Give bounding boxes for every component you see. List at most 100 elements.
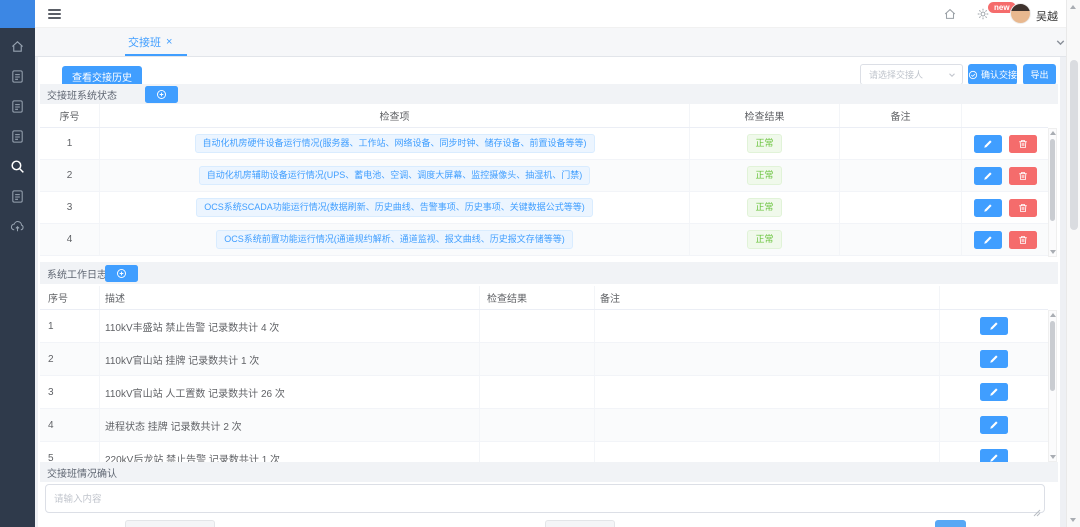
tab-label: 交接班	[128, 34, 161, 50]
add-log-item-button[interactable]	[105, 265, 138, 282]
search-icon[interactable]	[9, 158, 26, 175]
column-header: 序号	[40, 104, 100, 127]
edit-button[interactable]	[980, 350, 1008, 368]
add-status-item-button[interactable]	[145, 86, 178, 103]
scroll-thumb[interactable]	[1050, 139, 1055, 221]
close-icon[interactable]: ×	[166, 37, 172, 48]
delete-button[interactable]	[1009, 199, 1037, 217]
row-index: 4	[40, 224, 100, 255]
export-button[interactable]: 导出	[1023, 64, 1056, 85]
remark-cell	[840, 160, 962, 191]
remark-cell	[595, 442, 940, 462]
check-result-cell	[480, 376, 595, 408]
delete-button[interactable]	[1009, 231, 1037, 249]
fullscreen-home-icon[interactable]	[943, 7, 957, 21]
edit-button[interactable]	[974, 231, 1002, 249]
edit-button[interactable]	[980, 449, 1008, 462]
remark-cell	[595, 409, 940, 441]
log-description: 110kV丰盛站 禁止告警 记录数共计 4 次	[100, 310, 480, 342]
section-work-log-bar: 系统工作日志	[40, 262, 1058, 284]
edit-button[interactable]	[974, 135, 1002, 153]
home-icon[interactable]	[9, 38, 26, 55]
table-scrollbar[interactable]	[1048, 128, 1057, 257]
remark-cell	[595, 343, 940, 375]
sidebar	[0, 28, 35, 527]
scroll-thumb[interactable]	[1070, 60, 1078, 230]
remark-cell	[595, 376, 940, 408]
status-badge: 正常	[747, 166, 781, 185]
delete-button[interactable]	[1009, 167, 1037, 185]
hamburger-icon[interactable]	[48, 9, 61, 19]
check-item-tag[interactable]: OCS系统前置功能运行情况(通道规约解析、通道监视、报文曲线、历史报文存储等等)	[216, 230, 573, 249]
section-system-status-bar: 交接班系统状态	[40, 84, 1058, 104]
row-index: 3	[40, 376, 100, 408]
document-icon[interactable]	[9, 188, 26, 205]
page-scrollbar[interactable]	[1066, 0, 1080, 527]
edit-button[interactable]	[974, 167, 1002, 185]
table-scrollbar[interactable]	[1048, 310, 1057, 462]
pencil-icon	[989, 387, 999, 397]
document-icon[interactable]	[9, 68, 26, 85]
log-table-body: 1110kV丰盛站 禁止告警 记录数共计 4 次2110kV官山站 挂牌 记录数…	[40, 310, 1048, 462]
actions-cell	[962, 128, 1048, 159]
section-title: 交接班情况确认	[40, 465, 117, 480]
scroll-down-arrow[interactable]	[1050, 250, 1056, 254]
cloud-upload-icon[interactable]	[9, 218, 26, 235]
check-result-cell: 正常	[690, 160, 840, 191]
column-header: 描述	[100, 286, 480, 309]
edit-button[interactable]	[974, 199, 1002, 217]
trash-icon	[1018, 235, 1028, 245]
avatar[interactable]	[1010, 3, 1031, 24]
actions-cell	[962, 224, 1048, 255]
section-title: 系统工作日志	[40, 266, 107, 281]
scroll-down-arrow[interactable]	[1070, 518, 1076, 522]
column-header: 检查结果	[690, 104, 840, 127]
row-index: 4	[40, 409, 100, 441]
actions-cell	[962, 192, 1048, 223]
remark-cell	[595, 310, 940, 342]
row-index: 3	[40, 192, 100, 223]
row-index: 5	[40, 442, 100, 462]
active-tab-underline	[125, 54, 187, 57]
check-result-cell	[480, 442, 595, 462]
edit-button[interactable]	[980, 416, 1008, 434]
edit-button[interactable]	[980, 317, 1008, 335]
document-icon[interactable]	[9, 128, 26, 145]
actions-cell	[940, 442, 1048, 462]
scroll-thumb[interactable]	[1050, 321, 1055, 391]
edit-button[interactable]	[980, 383, 1008, 401]
trash-icon	[1018, 171, 1028, 181]
row-index: 1	[40, 310, 100, 342]
delete-button[interactable]	[1009, 135, 1037, 153]
document-icon[interactable]	[9, 98, 26, 115]
section-title: 交接班系统状态	[40, 87, 117, 102]
status-table-body: 1自动化机房硬件设备运行情况(服务器、工作站、网络设备、同步时钟、储存设备、前置…	[40, 128, 1048, 256]
column-header: 序号	[40, 286, 100, 309]
check-item-tag[interactable]: 自动化机房硬件设备运行情况(服务器、工作站、网络设备、同步时钟、储存设备、前置设…	[195, 134, 595, 153]
pencil-icon	[983, 235, 993, 245]
scroll-down-arrow[interactable]	[1050, 455, 1056, 459]
user-name[interactable]: 吴越	[1036, 8, 1058, 24]
column-header-actions	[940, 286, 1048, 309]
check-result-cell	[480, 343, 595, 375]
confirm-handover-button[interactable]: 确认交接	[968, 64, 1017, 85]
log-description: 220kV后龙站 禁止告警 记录数共计 1 次	[100, 442, 480, 462]
log-description: 110kV官山站 人工置数 记录数共计 26 次	[100, 376, 480, 408]
scroll-up-arrow[interactable]	[1050, 313, 1056, 317]
check-result-cell	[480, 310, 595, 342]
scroll-up-arrow[interactable]	[1070, 5, 1076, 9]
check-result-cell: 正常	[690, 224, 840, 255]
tab-shift-handover[interactable]: 交接班 ×	[128, 28, 172, 56]
confirm-textarea[interactable]	[45, 484, 1045, 513]
check-item-tag[interactable]: OCS系统SCADA功能运行情况(数据刷新、历史曲线、告警事项、历史事项、关键数…	[196, 198, 593, 217]
scroll-up-arrow[interactable]	[1050, 131, 1056, 135]
check-item-tag[interactable]: 自动化机房辅助设备运行情况(UPS、蓄电池、空调、调度大屏幕、监控摄像头、抽湿机…	[199, 166, 591, 185]
log-table-header: 序号 描述 检查结果 备注	[40, 286, 1048, 310]
pencil-icon	[989, 321, 999, 331]
check-result-cell	[480, 409, 595, 441]
check-circle-icon	[968, 70, 978, 80]
table-row: 4 OCS系统前置功能运行情况(通道规约解析、通道监视、报文曲线、历史报文存储等等…	[40, 224, 1048, 256]
plus-circle-icon	[156, 89, 167, 100]
handover-person-select[interactable]: 请选择交接人	[860, 64, 963, 85]
status-table-header: 序号 检查项 检查结果 备注	[40, 104, 1048, 128]
